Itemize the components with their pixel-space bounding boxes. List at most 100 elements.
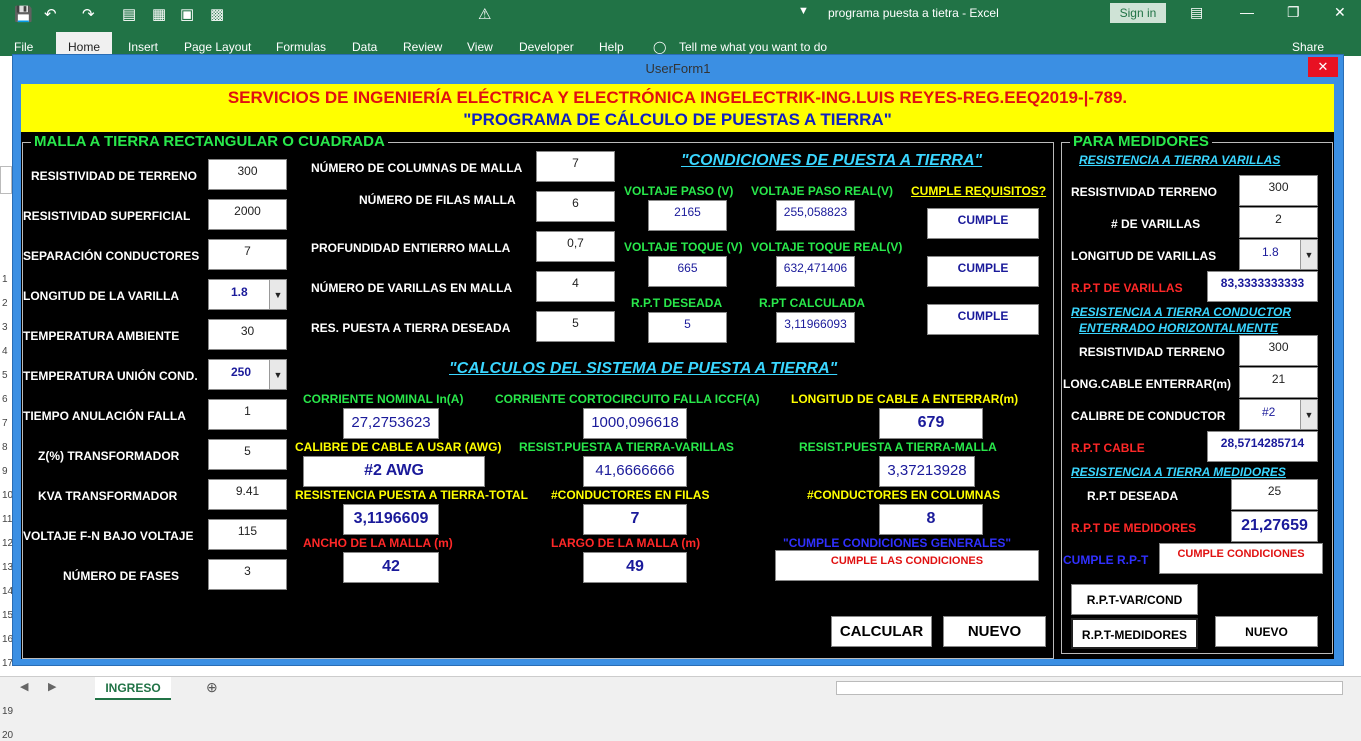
row-header[interactable]: 1	[2, 274, 8, 285]
label-med-resistividad: RESISTIVIDAD TERRENO	[1071, 185, 1218, 199]
rpt-medidores-button[interactable]: R.P.T-MEDIDORES	[1071, 618, 1198, 649]
nuevo-medidores-button[interactable]: NUEVO	[1215, 616, 1318, 647]
tab-review[interactable]: Review	[403, 40, 442, 54]
label-med-n-varillas: # DE VARILLAS	[1111, 217, 1201, 231]
output-resist-malla: 3,37213928	[879, 456, 975, 487]
combo-value: 1.8	[231, 285, 248, 299]
row-header[interactable]: 2	[2, 298, 8, 309]
redo-icon[interactable]: ↷	[82, 5, 95, 23]
tell-me-search[interactable]: Tell me what you want to do	[679, 40, 827, 54]
restore-icon[interactable]: ❐	[1287, 4, 1300, 21]
output-largo-malla: 49	[583, 552, 687, 583]
horizontal-scrollbar[interactable]	[836, 681, 1343, 695]
combo-longitud-varilla[interactable]: 1.8 ▼	[208, 279, 287, 310]
tab-developer[interactable]: Developer	[519, 40, 574, 54]
label-resist-varillas: RESIST.PUESTA A TIERRA-VARILLAS	[519, 440, 734, 454]
input-profundidad[interactable]: 0,7	[536, 231, 615, 262]
row-header[interactable]: 4	[2, 346, 8, 357]
input-tiempo-anulacion[interactable]: 1	[208, 399, 287, 430]
input-res-deseada[interactable]: 5	[536, 311, 615, 342]
scroll-right-icon[interactable]: ▶	[48, 680, 56, 693]
input-z-transformador[interactable]: 5	[208, 439, 287, 470]
row-header[interactable]: 11	[2, 514, 12, 525]
save-icon[interactable]: 💾	[14, 5, 33, 23]
tab-view[interactable]: View	[467, 40, 493, 54]
warning-icon[interactable]: ⚠	[478, 5, 491, 23]
add-sheet-icon[interactable]: ⊕	[206, 679, 218, 696]
label-cumple-generales: "CUMPLE CONDICIONES GENERALES"	[783, 536, 1012, 550]
name-box[interactable]	[0, 166, 12, 194]
tab-file[interactable]: File	[14, 40, 33, 54]
tab-page-layout[interactable]: Page Layout	[184, 40, 251, 54]
calculos-title: "CALCULOS DEL SISTEMA DE PUESTA A TIERRA…	[449, 360, 838, 377]
row-header[interactable]: 6	[2, 394, 8, 405]
row-header[interactable]: 7	[2, 418, 8, 429]
userform-body: SERVICIOS DE INGENIERÍA ELÉCTRICA Y ELEC…	[21, 84, 1334, 659]
tab-formulas[interactable]: Formulas	[276, 40, 326, 54]
nuevo-button[interactable]: NUEVO	[943, 616, 1046, 647]
input-resistividad-terreno[interactable]: 300	[208, 159, 287, 190]
excel-icon[interactable]: ▣	[180, 5, 194, 23]
dropdown-arrow-icon[interactable]: ▼	[269, 280, 286, 309]
output-corriente-cc: 1000,096618	[583, 408, 687, 439]
row-header[interactable]: 8	[2, 442, 8, 453]
dropdown-arrow-icon[interactable]: ▼	[1300, 240, 1317, 269]
input-voltaje-fn[interactable]: 115	[208, 519, 287, 550]
input-med-resistividad[interactable]: 300	[1239, 175, 1318, 206]
tab-home[interactable]: Home	[56, 32, 112, 56]
ribbon-display-icon[interactable]: ▤	[1190, 4, 1203, 21]
row-header[interactable]: 5	[2, 370, 8, 381]
label-calibre-cable: CALIBRE DE CABLE A USAR (AWG)	[295, 440, 502, 454]
row-header[interactable]: 3	[2, 322, 8, 333]
input-filas-malla[interactable]: 6	[536, 191, 615, 222]
close-window-icon[interactable]: ✕	[1334, 4, 1346, 21]
rpt-var-cond-button[interactable]: R.P.T-VAR/COND	[1071, 584, 1198, 615]
grid-icon[interactable]: ▩	[210, 5, 224, 23]
row-header[interactable]: 9	[2, 466, 8, 477]
input-med-resistividad2[interactable]: 300	[1239, 335, 1318, 366]
tab-data[interactable]: Data	[352, 40, 377, 54]
input-resistividad-superficial[interactable]: 2000	[208, 199, 287, 230]
header-banner: SERVICIOS DE INGENIERÍA ELÉCTRICA Y ELEC…	[21, 84, 1334, 132]
customize-chevron-icon[interactable]: ▼	[798, 5, 809, 17]
output-cond-columnas: 8	[879, 504, 983, 535]
minimize-icon[interactable]: —	[1240, 4, 1254, 20]
userform-close-icon[interactable]: ✕	[1308, 57, 1338, 77]
combo-med-long-varillas[interactable]: 1.8 ▼	[1239, 239, 1318, 270]
userform-title: UserForm1	[13, 55, 1343, 82]
share-button[interactable]: Share	[1292, 40, 1324, 54]
input-med-long-cable[interactable]: 21	[1239, 367, 1318, 398]
dropdown-arrow-icon[interactable]: ▼	[269, 360, 286, 389]
medidores-sec2-title-b: ENTERRADO HORIZONTALMENTE	[1079, 321, 1279, 335]
tab-insert[interactable]: Insert	[128, 40, 158, 54]
sign-in-button[interactable]: Sign in	[1110, 3, 1166, 23]
row-header[interactable]: 20	[2, 730, 13, 741]
output-cumple-generales: CUMPLE LAS CONDICIONES	[775, 550, 1039, 581]
undo-icon[interactable]: ↶	[44, 5, 57, 23]
label-med-rpt-medidores: R.P.T DE MEDIDORES	[1071, 521, 1197, 535]
frame-title-malla: MALLA A TIERRA RECTANGULAR O CUADRADA	[31, 133, 388, 150]
input-kva-transformador[interactable]: 9.41	[208, 479, 287, 510]
input-med-n-varillas[interactable]: 2	[1239, 207, 1318, 238]
dropdown-arrow-icon[interactable]: ▼	[1300, 400, 1317, 429]
combo-med-calibre[interactable]: #2 ▼	[1239, 399, 1318, 430]
table-icon[interactable]: ▦	[152, 5, 166, 23]
label-med-rpt-cable: R.P.T CABLE	[1071, 441, 1145, 455]
input-separacion-conductores[interactable]: 7	[208, 239, 287, 270]
input-numero-fases[interactable]: 3	[208, 559, 287, 590]
input-varillas-malla[interactable]: 4	[536, 271, 615, 302]
output-calibre-cable: #2 AWG	[303, 456, 485, 487]
input-columnas-malla[interactable]: 7	[536, 151, 615, 182]
label-resistividad-terreno: RESISTIVIDAD DE TERRENO	[31, 169, 198, 183]
output-voltaje-paso: 2165	[648, 200, 727, 231]
tab-help[interactable]: Help	[599, 40, 624, 54]
combo-temperatura-union[interactable]: 250 ▼	[208, 359, 287, 390]
combo-value: 250	[231, 365, 252, 379]
label-voltaje-paso: VOLTAJE PASO (V)	[624, 184, 734, 198]
scroll-left-icon[interactable]: ◀	[20, 680, 28, 693]
input-med-rpt-deseada[interactable]: 25	[1231, 479, 1318, 510]
form-icon[interactable]: ▤	[122, 5, 136, 23]
row-header[interactable]: 19	[2, 706, 13, 717]
calcular-button[interactable]: CALCULAR	[831, 616, 932, 647]
input-temperatura-ambiente[interactable]: 30	[208, 319, 287, 350]
